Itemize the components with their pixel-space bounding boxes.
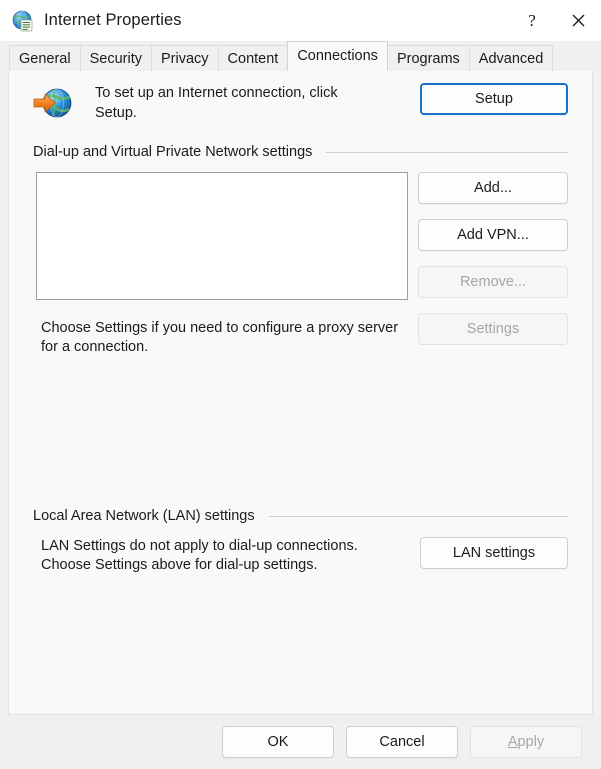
caption-buttons: ? — [509, 0, 601, 41]
remove-button: Remove... — [418, 266, 568, 298]
connections-tab-panel: To set up an Internet connection, click … — [8, 71, 593, 715]
tab-general[interactable]: General — [9, 45, 81, 71]
dialup-connections-list[interactable] — [36, 172, 408, 300]
tab-strip: General Security Privacy Content Connect… — [0, 41, 601, 71]
lan-group-label: Local Area Network (LAN) settings — [33, 508, 255, 524]
lan-settings-button[interactable]: LAN settings — [420, 537, 568, 569]
apply-accelerator: A — [507, 734, 518, 750]
proxy-note: Choose Settings if you need to configure… — [41, 320, 399, 355]
group-separator — [326, 151, 568, 153]
globe-with-arrow-icon — [33, 87, 73, 123]
tab-content[interactable]: Content — [217, 45, 289, 71]
close-icon — [572, 14, 584, 27]
add-vpn-button[interactable]: Add VPN... — [418, 219, 568, 251]
dialup-group-header: Dial-up and Virtual Private Network sett… — [33, 144, 568, 160]
lan-note: LAN Settings do not apply to dial-up con… — [41, 538, 358, 573]
lan-group-header: Local Area Network (LAN) settings — [33, 508, 568, 524]
internet-properties-icon — [12, 10, 34, 32]
tab-security[interactable]: Security — [79, 45, 152, 71]
tab-advanced[interactable]: Advanced — [468, 45, 554, 71]
tab-connections[interactable]: Connections — [287, 41, 388, 71]
group-separator — [268, 515, 568, 517]
settings-button: Settings — [418, 313, 568, 345]
tab-privacy[interactable]: Privacy — [150, 45, 219, 71]
cancel-button[interactable]: Cancel — [346, 726, 458, 758]
setup-description: To set up an Internet connection, click … — [95, 85, 338, 121]
apply-button: Apply — [470, 726, 582, 758]
setup-button[interactable]: Setup — [420, 83, 568, 115]
dialog-footer: OK Cancel Apply — [0, 715, 601, 769]
dialup-group-label: Dial-up and Virtual Private Network sett… — [33, 144, 313, 160]
ok-button[interactable]: OK — [222, 726, 334, 758]
help-button[interactable]: ? — [509, 0, 555, 41]
question-mark-icon: ? — [528, 11, 536, 30]
internet-properties-dialog: Internet Properties ? General Security P… — [0, 0, 601, 769]
window-title: Internet Properties — [44, 11, 182, 29]
apply-label-rest: pply — [517, 734, 545, 750]
dialup-buttons: Add... Add VPN... Remove... Settings — [418, 172, 568, 345]
tab-programs[interactable]: Programs — [386, 45, 470, 71]
title-bar: Internet Properties ? — [0, 0, 601, 41]
close-button[interactable] — [555, 0, 601, 41]
add-button[interactable]: Add... — [418, 172, 568, 204]
